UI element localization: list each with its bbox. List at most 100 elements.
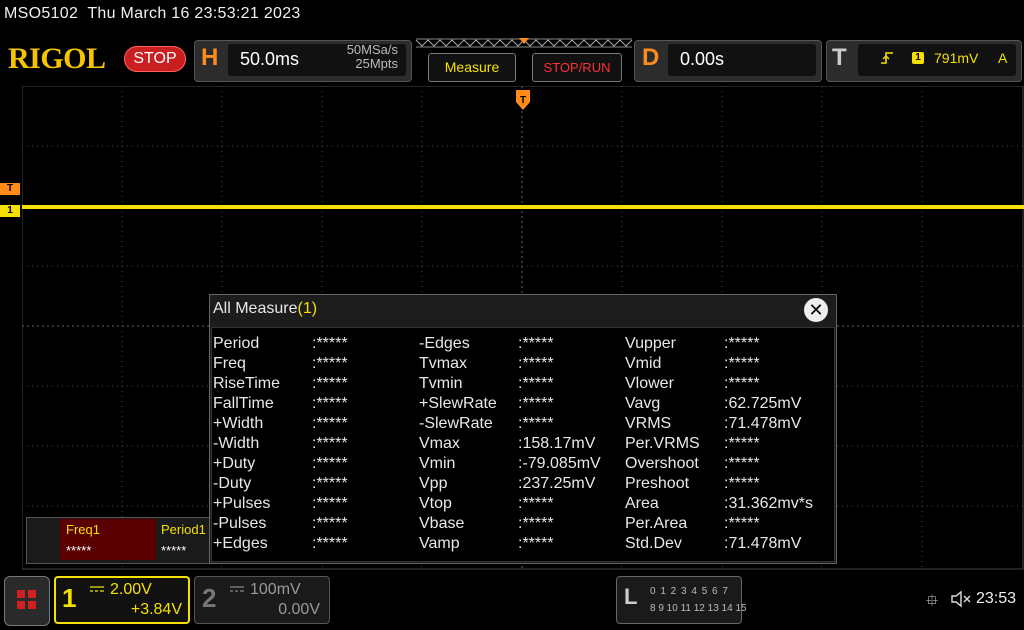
measure-name: Per.Area	[625, 515, 688, 532]
measure-value: :71.478mV	[724, 535, 802, 552]
datetime: Thu March 16 23:53:21 2023	[87, 5, 301, 22]
ch2-scale: 100mV	[250, 581, 301, 598]
measure-name: -Edges	[419, 335, 470, 352]
measure-value: :*****	[518, 395, 554, 412]
ch2-offset: 0.00V	[278, 601, 320, 618]
rigol-logo: RIGOL	[8, 42, 106, 75]
measure-name: Preshoot	[625, 475, 690, 492]
memory-position-bar	[415, 38, 633, 48]
measure-value: :*****	[518, 335, 554, 352]
measure-name: Vtop	[419, 495, 452, 512]
measure-name: Per.VRMS	[625, 435, 700, 452]
measure-value: :*****	[518, 495, 554, 512]
measure-name: Area	[625, 495, 659, 512]
dc-coupling-icon	[90, 586, 104, 592]
measure-name: -SlewRate	[419, 415, 493, 432]
measure-value: :*****	[312, 435, 348, 452]
measure-name: Freq	[213, 355, 246, 372]
measure-name: Vlower	[625, 375, 674, 392]
trigger-source-badge: 1	[912, 52, 924, 64]
trigger-mode: A	[998, 50, 1008, 66]
measure-value: :*****	[724, 455, 760, 472]
rising-edge-icon	[881, 52, 893, 64]
horizontal-letter: H	[201, 44, 219, 71]
measure-name: Vmin	[419, 455, 456, 472]
dc-coupling-icon	[230, 586, 244, 592]
sample-rate: 50MSa/s	[346, 42, 398, 57]
measure-value: :*****	[312, 495, 348, 512]
measure-value: :*****	[312, 355, 348, 372]
measure-value: :*****	[518, 515, 554, 532]
measure-name: Vmax	[419, 435, 460, 452]
measure-name: Vamp	[419, 535, 460, 552]
measure-value: :*****	[518, 415, 554, 432]
measure-name: +Pulses	[213, 495, 271, 512]
measure-value: :*****	[518, 535, 554, 552]
dialog-channel: (1)	[297, 300, 318, 317]
measure-value: :71.478mV	[724, 415, 802, 432]
measure-value: :*****	[724, 355, 760, 372]
measure-value: :*****	[724, 515, 760, 532]
logic-channels-row1: 0 1 2 3 4 5 6 7	[650, 586, 729, 597]
measure-value: :*****	[312, 535, 348, 552]
measure-value: :31.362mv*s	[724, 495, 813, 512]
stop-run-button[interactable]: STOP/RUN	[532, 53, 622, 82]
memory-depth: 25Mpts	[355, 56, 398, 71]
menu-button[interactable]	[4, 576, 50, 626]
measure-value: :*****	[312, 455, 348, 472]
mute-speaker-icon[interactable]	[950, 590, 972, 608]
logic-letter: L	[624, 584, 638, 609]
system-clock: 23:53	[976, 590, 1017, 607]
freq-stat-label: Freq1	[66, 522, 100, 537]
measure-name: -Pulses	[213, 515, 267, 532]
measure-name: VRMS	[625, 415, 672, 432]
close-icon[interactable]: ✕	[804, 298, 828, 322]
measure-name: Overshoot	[625, 455, 699, 472]
dialog-title: All Measure(1)	[213, 300, 318, 317]
measure-value: :*****	[724, 335, 760, 352]
measure-name: Tvmin	[419, 375, 463, 392]
trigger-level-marker[interactable]: T	[0, 183, 20, 195]
measure-name: Vupper	[625, 335, 676, 352]
measure-value: :*****	[312, 515, 348, 532]
ch1-offset-marker[interactable]: 1	[0, 205, 20, 217]
measure-value: :-79.085mV	[518, 455, 601, 472]
measure-name: -Duty	[213, 475, 252, 492]
model-name: MSO5102	[4, 5, 79, 22]
measure-name: Tvmax	[419, 355, 467, 372]
measure-value: :158.17mV	[518, 435, 596, 452]
status-line: MSO5102 Thu March 16 23:53:21 2023	[4, 5, 301, 23]
measure-name: Vbase	[419, 515, 465, 532]
measure-name: RiseTime	[213, 375, 280, 392]
measure-value: :*****	[312, 395, 348, 412]
ch2-number: 2	[202, 583, 217, 613]
measure-button[interactable]: Measure	[428, 53, 516, 82]
measure-name: Vavg	[625, 395, 661, 412]
trigger-level: 791mV	[934, 50, 979, 66]
run-state-badge[interactable]: STOP	[124, 46, 186, 72]
ch1-scale: 2.00V	[110, 581, 152, 598]
ch1-waveform	[22, 205, 1024, 209]
measure-value: :*****	[724, 435, 760, 452]
measure-name: +Width	[213, 415, 264, 432]
period-stat-label: Period1	[161, 522, 206, 537]
trigger-letter: T	[832, 44, 847, 71]
grid-menu-icon	[17, 590, 36, 609]
usb-icon: ⯐	[926, 593, 939, 610]
logic-channels-row2: 8 9 10 11 12 13 14 15	[650, 603, 747, 614]
measure-name: Vpp	[419, 475, 448, 492]
measure-name: Std.Dev	[625, 535, 682, 552]
ch1-offset: +3.84V	[130, 601, 182, 618]
measure-name: +Edges	[213, 535, 268, 552]
freq-stat-value: *****	[66, 543, 92, 558]
measure-value: :*****	[724, 375, 760, 392]
measure-name: FallTime	[213, 395, 274, 412]
delay-value: 0.00s	[680, 49, 725, 69]
measure-name: -Width	[213, 435, 260, 452]
trigger-position-marker: T	[516, 90, 530, 110]
period-stat-value: *****	[161, 543, 187, 558]
measure-value: :237.25mV	[518, 475, 596, 492]
measure-name: +Duty	[213, 455, 256, 472]
timebase-value: 50.0ms	[240, 49, 300, 69]
svg-text:T: T	[520, 95, 526, 106]
